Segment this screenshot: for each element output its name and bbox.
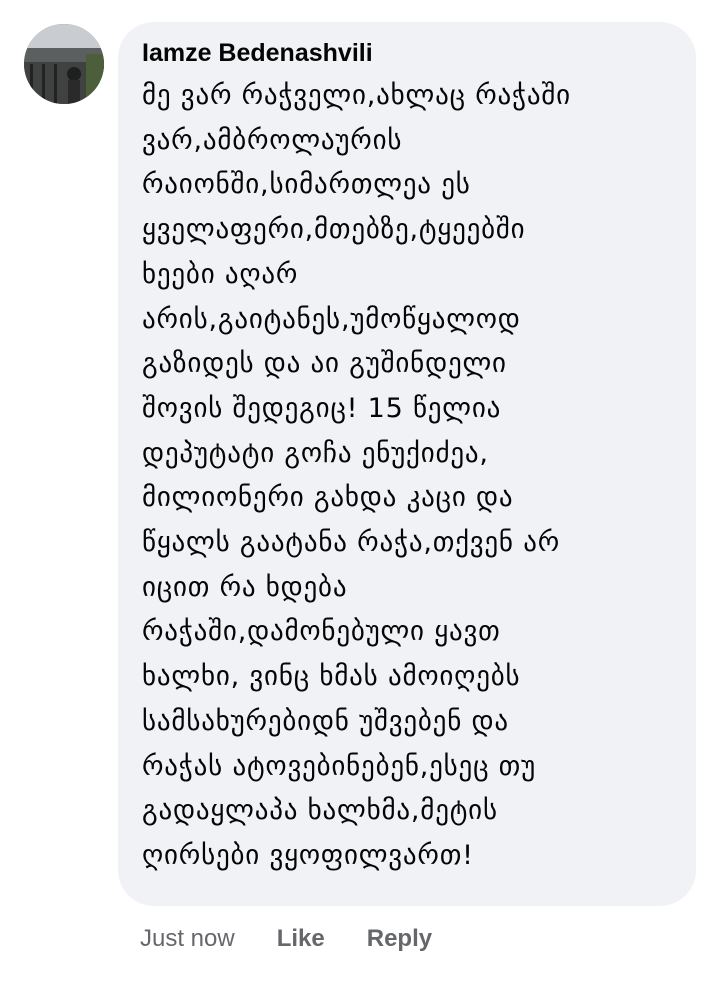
comment-text-line: გაზიდეს და აი გუშინდელი [142, 348, 507, 380]
comment-text-line: იცით რა ხდება [142, 571, 348, 603]
comment-actions: Just now Like Reply [140, 921, 474, 957]
comment-text-line: რაჭას ატოვებინებენ,ესეც თუ [142, 750, 537, 782]
comment-text-line: მილიონერი გახდა კაცი და [142, 482, 514, 514]
comment-text-line: ხალხი, ვინც ხმას ამოიღებს [142, 661, 521, 693]
comment-text: მე ვარ რაჭველი,ახლაც რაჭაში ვარ,ამბროლაუ… [142, 74, 672, 879]
comment-text-line: წყალს გაატანა რაჭა,თქვენ არ [142, 527, 561, 559]
reply-button[interactable]: Reply [367, 925, 432, 953]
comment-author-name[interactable]: Iamze Bedenashvili [142, 38, 672, 68]
comment-text-line: არის,გაიტანეს,უმოწყალოდ [142, 303, 521, 335]
like-button[interactable]: Like [277, 925, 325, 953]
comment-text-line: გადაყლაპა ხალხმა,მეტის [142, 795, 498, 827]
comment-text-line: რაჭაში,დამონებული ყავთ [142, 616, 501, 648]
avatar[interactable] [24, 24, 104, 104]
comment-text-line: შოვის შედეგიც! 15 წელია [142, 392, 502, 424]
comment-text-line: ღირსები ვყოფილვართ! [142, 839, 474, 871]
comment-text-line: დეპუტატი გოჩა ენუქიძეა, [142, 437, 489, 469]
comment-text-line: ვარ,ამბროლაურის [142, 124, 403, 156]
comment-timestamp[interactable]: Just now [140, 925, 235, 953]
comment-text-line: ხეები აღარ [142, 258, 299, 290]
comment-text-line: რაიონში,სიმართლეა ეს [142, 169, 471, 201]
avatar-photo [24, 24, 104, 104]
comment-text-line: ყველაფერი,მთებზე,ტყეებში [142, 214, 526, 246]
comment-bubble: Iamze Bedenashvili მე ვარ რაჭველი,ახლაც … [118, 22, 696, 906]
comment-text-line: მე ვარ რაჭველი,ახლაც რაჭაში [142, 80, 571, 111]
comment-text-line: სამსახურებიდნ უშვებენ და [142, 705, 509, 737]
